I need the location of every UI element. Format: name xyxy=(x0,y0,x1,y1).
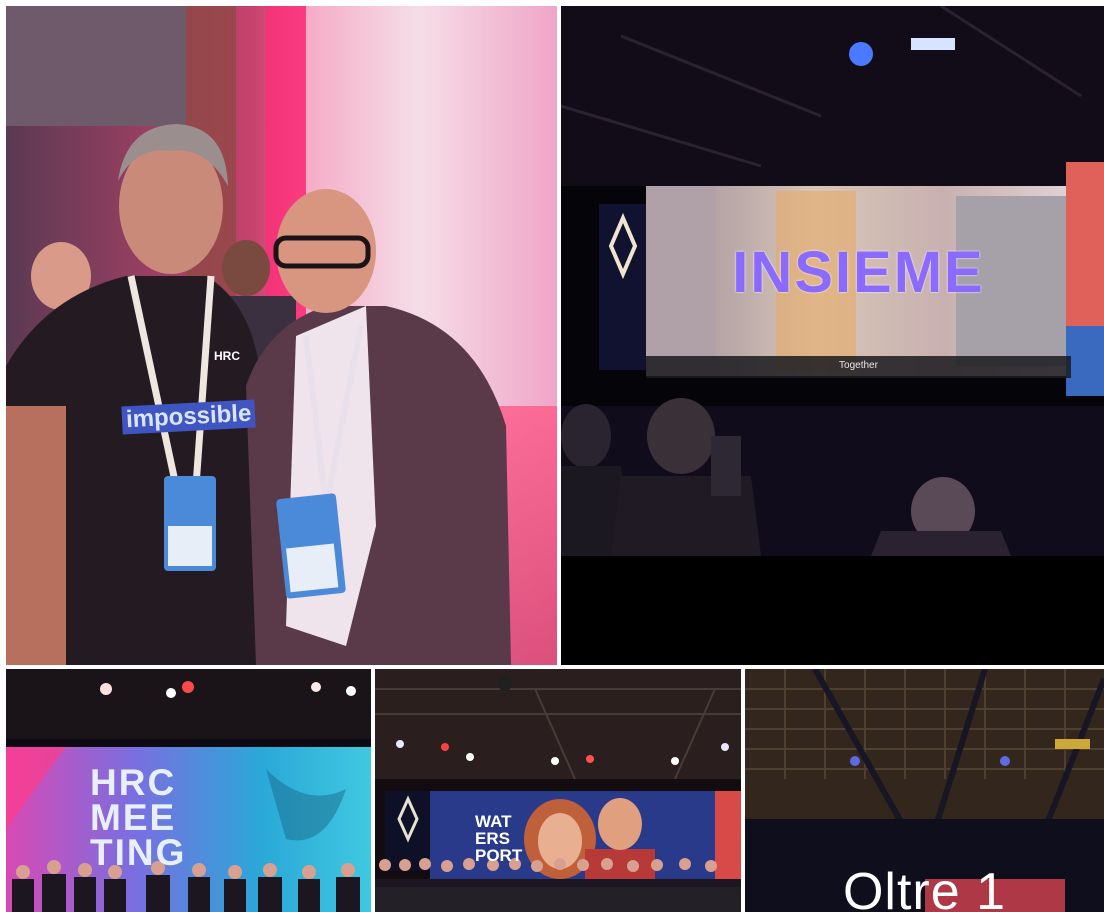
photo-waters-stage-image xyxy=(375,669,741,912)
waters-line-1: WAT xyxy=(475,812,512,831)
screen-caption: Together xyxy=(839,360,878,371)
photo-hrc-stage-image xyxy=(6,669,371,912)
hrc-meeting-title: HRC MEE TING xyxy=(90,762,187,873)
shirt-badge-text: HRC xyxy=(214,349,240,363)
hrc-line-1: HRC xyxy=(90,762,177,803)
photo-tile-hrc-meeting[interactable]: HRC MEE TING xyxy=(6,669,371,912)
photo-screen-image xyxy=(561,6,1104,665)
photo-two-men-image xyxy=(6,6,557,665)
photo-tile-two-men[interactable]: impossible HRC xyxy=(6,6,557,665)
photo-tile-waters-ports[interactable]: WAT ERS PORT xyxy=(375,669,741,912)
more-photos-count[interactable]: Oltre 1 xyxy=(745,862,1104,912)
waters-line-3: PORT xyxy=(475,846,523,865)
waters-ports-title: WAT ERS PORT xyxy=(475,813,522,864)
waters-line-2: ERS xyxy=(475,829,510,848)
screen-title: INSIEME xyxy=(732,240,985,305)
hrc-line-2: MEE xyxy=(90,797,177,838)
photo-tile-more[interactable]: Oltre 1 xyxy=(745,669,1104,912)
photo-tile-screen-insieme[interactable]: INSIEME Together xyxy=(561,6,1104,665)
hrc-line-3: TING xyxy=(90,832,187,873)
